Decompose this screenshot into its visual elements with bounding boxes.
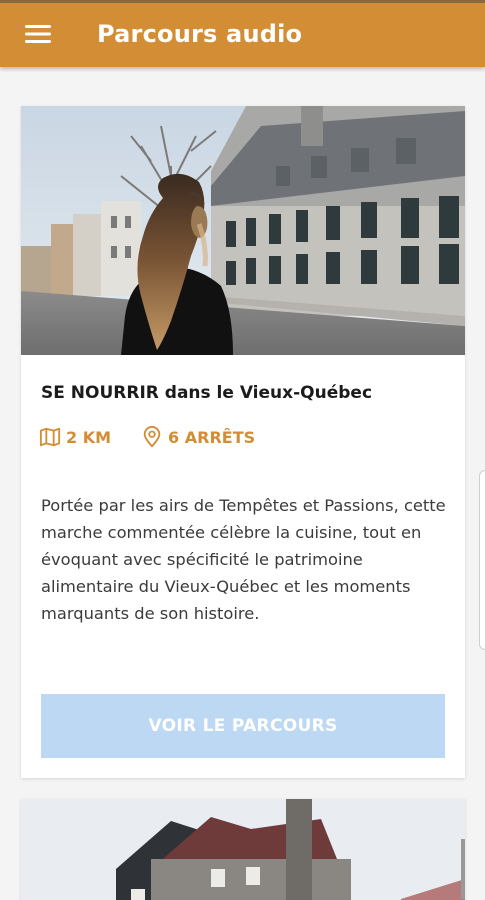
tour-meta: 2 KM 6 ARRÊTS (39, 426, 255, 448)
view-tour-button[interactable]: VOIR LE PARCOURS (41, 694, 445, 758)
page-title: Parcours audio (97, 19, 303, 48)
stops-value: 6 ARRÊTS (168, 427, 256, 447)
tour-card (21, 799, 465, 900)
app-screen: Parcours audio SE NOURRIR dans le Vieux-… (0, 0, 485, 900)
tour-stops: 6 ARRÊTS (141, 426, 255, 448)
location-pin-icon (143, 426, 161, 448)
tour-title: SE NOURRIR dans le Vieux-Québec (41, 383, 373, 403)
status-strip (0, 0, 485, 3)
tour-distance: 2 KM (39, 426, 111, 448)
tour-description: Portée par les airs de Tempêtes et Passi… (41, 496, 446, 623)
app-bar: Parcours audio (0, 0, 485, 67)
map-icon (39, 427, 61, 447)
tour-card: SE NOURRIR dans le Vieux-Québec 2 KM 6 A… (21, 106, 465, 778)
menu-button[interactable] (15, 11, 61, 57)
tour-photo (21, 799, 465, 900)
distance-value: 2 KM (66, 427, 112, 447)
tour-photo (21, 106, 465, 355)
tour-list[interactable]: SE NOURRIR dans le Vieux-Québec 2 KM 6 A… (0, 67, 485, 900)
hamburger-menu-icon (25, 24, 51, 43)
scroll-handle[interactable] (479, 470, 485, 650)
